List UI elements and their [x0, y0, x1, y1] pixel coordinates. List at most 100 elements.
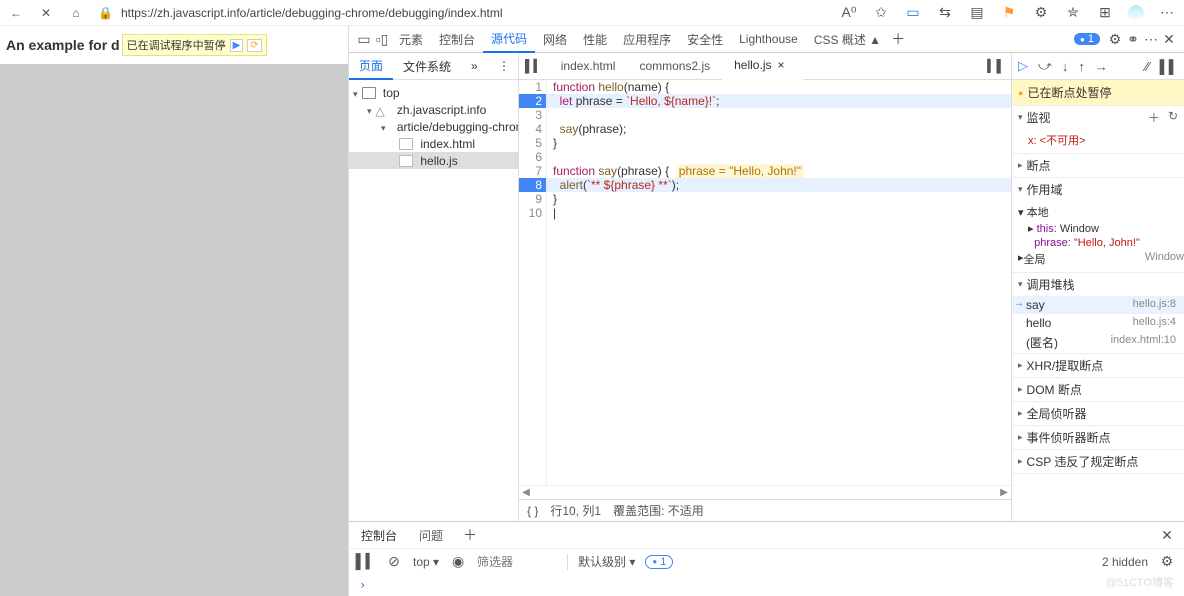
- nav-tab-filesystem[interactable]: 文件系统: [393, 53, 461, 80]
- performance-icon[interactable]: ⚙: [1032, 4, 1050, 22]
- callstack-frame[interactable]: sayhello.js:8: [1012, 296, 1184, 314]
- code-tab-hello[interactable]: hello.js×: [722, 53, 802, 80]
- resume-icon[interactable]: ▶: [230, 39, 244, 52]
- tab-sources[interactable]: 源代码: [483, 26, 535, 53]
- code-editor: ▌▍ index.html commons2.js hello.js× ▍▌ 1…: [519, 53, 1012, 521]
- browser-toolbar: ← ✕ ⌂ 🔒 https://zh.javascript.info/artic…: [0, 0, 1184, 26]
- favorite-icon[interactable]: ✩: [872, 4, 890, 22]
- step-out-button[interactable]: ↑: [1078, 59, 1085, 74]
- address-bar[interactable]: 🔒 https://zh.javascript.info/article/deb…: [98, 6, 826, 20]
- section-watch[interactable]: 监视＋↻: [1012, 106, 1184, 129]
- read-aloud-icon[interactable]: A⁰: [840, 4, 858, 22]
- toggle-side-icon[interactable]: ▍▌: [981, 59, 1011, 73]
- favorites-bar-icon[interactable]: ✮: [1064, 4, 1082, 22]
- nav-more-icon[interactable]: ⋮: [490, 59, 518, 73]
- section-callstack[interactable]: 调用堆栈: [1012, 273, 1184, 296]
- nav-tab-more[interactable]: »: [461, 53, 488, 80]
- close-icon[interactable]: ✕: [38, 5, 54, 21]
- more-icon[interactable]: ⋯: [1158, 4, 1176, 22]
- h-scrollbar[interactable]: ◀▶: [519, 485, 1011, 499]
- step-into-button[interactable]: ↓: [1062, 59, 1069, 74]
- drawer-tab-console[interactable]: 控制台: [357, 527, 401, 544]
- section-breakpoints[interactable]: 断点: [1012, 154, 1184, 177]
- issue-count-pill[interactable]: 1: [645, 555, 673, 569]
- debugger-paused-badge: 已在调试程序中暂停 ▶ ⟳: [122, 34, 267, 56]
- level-selector[interactable]: 默认级别 ▾: [578, 553, 635, 570]
- tab-css-overview[interactable]: CSS 概述 ▲: [806, 26, 889, 53]
- cursor-position: 行10, 列1: [550, 502, 601, 519]
- sources-navigator: 页面 文件系统 » ⋮ top △ zh.javascript.info art…: [349, 53, 519, 521]
- deactivate-bp-button[interactable]: ⁄⁄: [1145, 59, 1149, 74]
- kebab-icon[interactable]: ⋯: [1142, 30, 1160, 48]
- section-event-listeners[interactable]: 事件侦听器断点: [1012, 426, 1184, 449]
- filter-input[interactable]: [477, 555, 557, 569]
- pause-exceptions-button[interactable]: ▌▌: [1160, 59, 1178, 74]
- tab-network[interactable]: 网络: [535, 26, 575, 53]
- clear-console-icon[interactable]: ⊘: [385, 553, 403, 571]
- section-xhr[interactable]: XHR/提取断点: [1012, 354, 1184, 377]
- profile-avatar[interactable]: [1128, 5, 1144, 21]
- console-sidebar-icon[interactable]: ▌▍: [357, 553, 375, 571]
- tree-domain[interactable]: △ zh.javascript.info: [349, 101, 518, 118]
- tree-top[interactable]: top: [349, 84, 518, 101]
- home-icon[interactable]: ⌂: [68, 5, 84, 21]
- lock-icon: 🔒: [98, 6, 113, 20]
- watermark: @51CTO博客: [1106, 574, 1174, 590]
- toggle-nav-icon[interactable]: ▌▍: [519, 59, 549, 73]
- code-tab-index[interactable]: index.html: [549, 53, 628, 80]
- app-icon[interactable]: ⊞: [1096, 4, 1114, 22]
- coverage-status: 覆盖范围: 不适用: [613, 502, 704, 519]
- section-global-listeners[interactable]: 全局侦听器: [1012, 402, 1184, 425]
- tab-close-icon[interactable]: ×: [777, 58, 784, 72]
- section-scope[interactable]: 作用域: [1012, 178, 1184, 201]
- tab-security[interactable]: 安全性: [679, 26, 731, 53]
- tree-file-index[interactable]: index.html: [349, 135, 518, 152]
- feedback-icon[interactable]: ⚭: [1124, 30, 1142, 48]
- resume-button[interactable]: ▷: [1018, 58, 1028, 74]
- step-button[interactable]: →: [1095, 59, 1108, 74]
- editor-status-bar: { } 行10, 列1 覆盖范围: 不适用: [519, 499, 1011, 521]
- line-gutter[interactable]: 12345678910: [519, 80, 547, 485]
- format-icon[interactable]: { }: [527, 504, 538, 518]
- drawer-add-icon[interactable]: ＋: [461, 526, 479, 544]
- nav-tab-page[interactable]: 页面: [349, 53, 393, 80]
- tab-application[interactable]: 应用程序: [615, 26, 679, 53]
- tab-performance[interactable]: 性能: [575, 26, 615, 53]
- sync-icon[interactable]: ⇆: [936, 4, 954, 22]
- inspect-icon[interactable]: ▭: [355, 30, 373, 48]
- device-icon[interactable]: ▫▯: [373, 30, 391, 48]
- back-icon[interactable]: ←: [8, 5, 24, 21]
- step-over-button[interactable]: ⤻: [1038, 58, 1052, 74]
- code-tab-commons[interactable]: commons2.js: [627, 53, 722, 80]
- callstack-frame[interactable]: hellohello.js:4: [1012, 314, 1184, 332]
- page-content: An example for d 已在调试程序中暂停 ▶ ⟳: [0, 26, 348, 596]
- tree-file-hello[interactable]: hello.js: [349, 152, 518, 169]
- eye-icon[interactable]: ◉: [449, 553, 467, 571]
- collections-icon[interactable]: ▭: [904, 4, 922, 22]
- step-icon[interactable]: ⟳: [247, 39, 261, 52]
- code-lines[interactable]: function hello(name) { let phrase = `Hel…: [547, 80, 1011, 485]
- tab-lighthouse[interactable]: Lighthouse: [731, 26, 806, 53]
- callstack-frame[interactable]: (匿名)index.html:10: [1012, 332, 1184, 353]
- reader-icon[interactable]: ▤: [968, 4, 986, 22]
- watch-item[interactable]: x: <不可用>: [1028, 131, 1184, 149]
- section-dom[interactable]: DOM 断点: [1012, 378, 1184, 401]
- settings-icon[interactable]: ⚙: [1106, 30, 1124, 48]
- page-heading: An example for d: [6, 37, 120, 53]
- add-watch-icon[interactable]: ＋: [1148, 109, 1160, 126]
- tree-folder[interactable]: article/debugging-chrome/de: [349, 118, 518, 135]
- puzzle-icon[interactable]: ⚑: [1000, 4, 1018, 22]
- file-tree: top △ zh.javascript.info article/debuggi…: [349, 80, 518, 173]
- drawer-close-icon[interactable]: ✕: [1158, 526, 1176, 544]
- section-csp[interactable]: CSP 违反了规定断点: [1012, 450, 1184, 473]
- refresh-watch-icon[interactable]: ↻: [1168, 109, 1178, 126]
- context-selector[interactable]: top ▾: [413, 555, 439, 569]
- close-devtools-icon[interactable]: ✕: [1160, 30, 1178, 48]
- error-badge[interactable]: 1: [1074, 33, 1100, 45]
- tab-console[interactable]: 控制台: [431, 26, 483, 53]
- tab-elements[interactable]: 元素: [391, 26, 431, 53]
- add-tab-icon[interactable]: ＋: [889, 30, 907, 48]
- console-prompt[interactable]: ›: [349, 574, 1184, 596]
- drawer-tab-issues[interactable]: 问题: [415, 527, 447, 544]
- console-settings-icon[interactable]: ⚙: [1158, 553, 1176, 571]
